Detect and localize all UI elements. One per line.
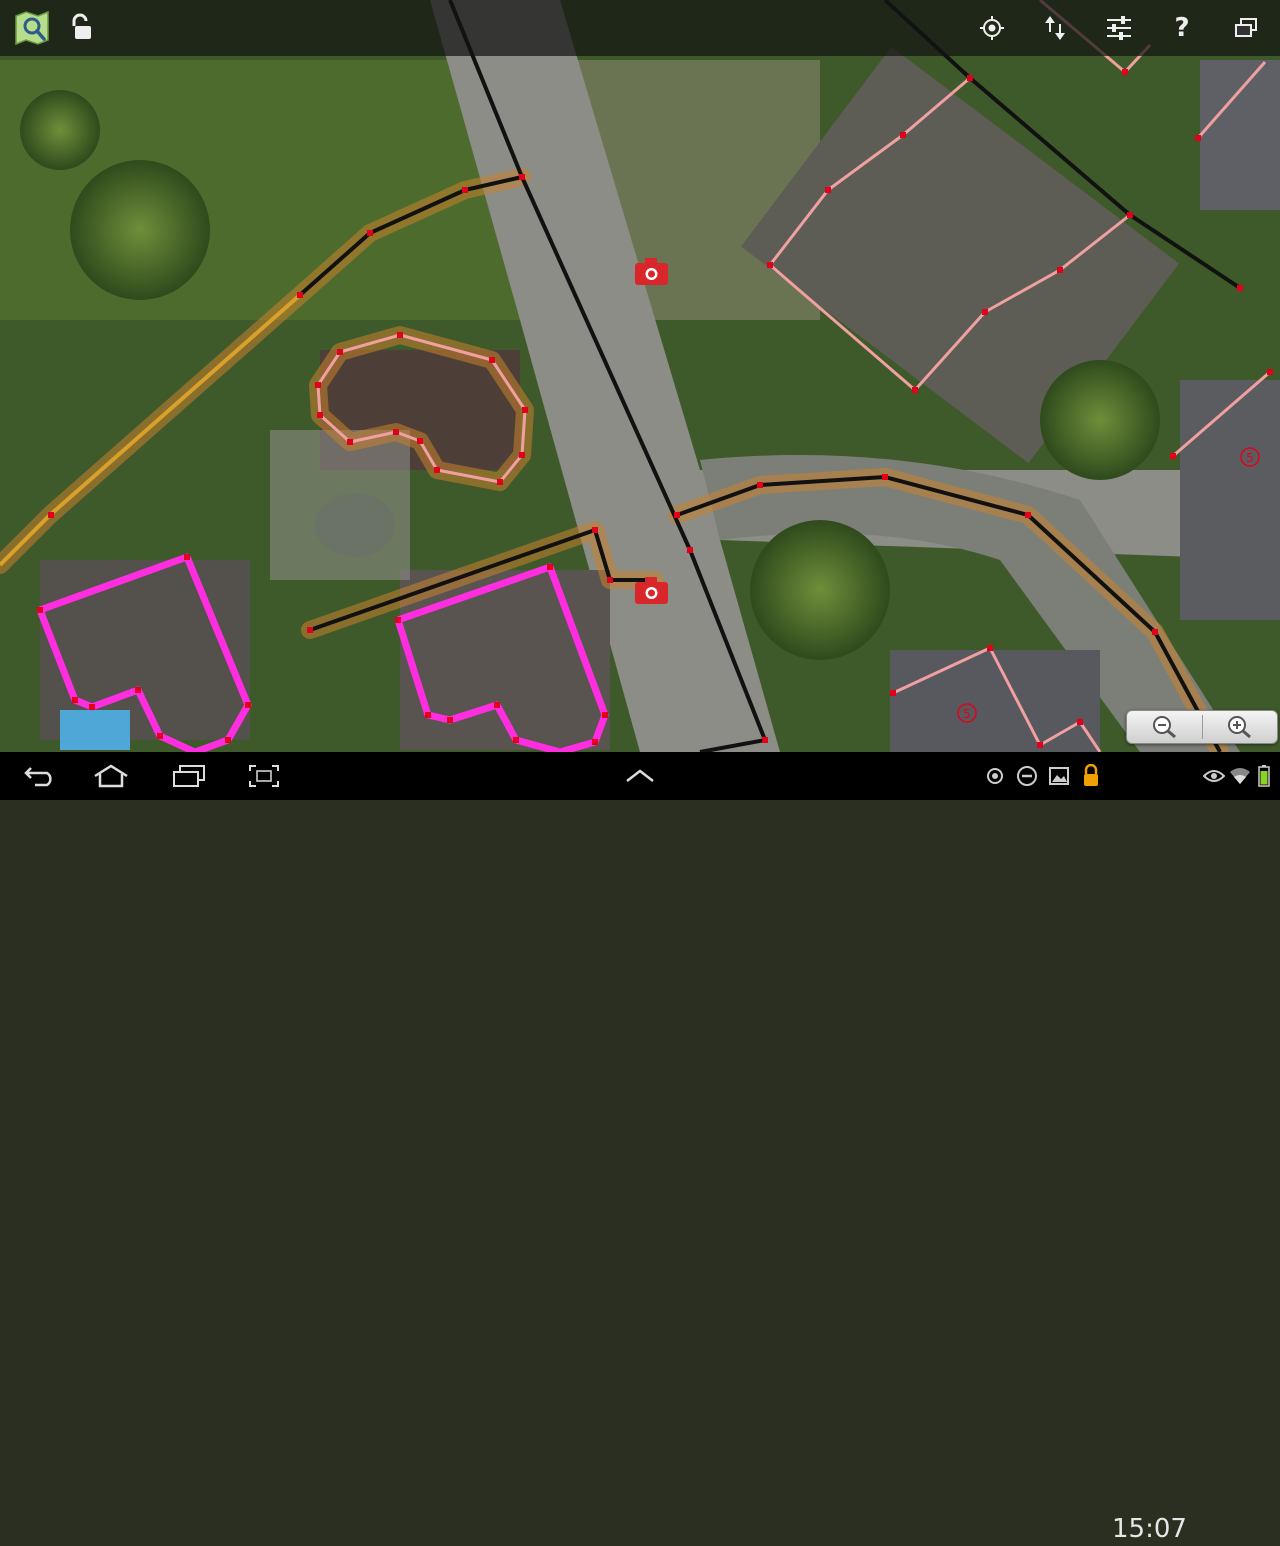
pool — [60, 710, 130, 750]
system-navigation-bar: 15:07 — [0, 752, 1280, 1544]
tree — [750, 520, 890, 660]
zoom-in-button[interactable] — [1202, 711, 1277, 743]
help-icon[interactable]: ? — [1160, 6, 1204, 50]
status-clock: 15:07 — [1112, 1514, 1187, 1544]
screenshot-icon[interactable] — [242, 752, 286, 800]
house-number-text: 5 — [963, 707, 971, 721]
zoom-control — [1126, 710, 1278, 744]
back-icon[interactable] — [18, 752, 62, 800]
gps-icon — [982, 752, 1008, 800]
tree — [20, 90, 100, 170]
house-number-text: 5 — [1246, 451, 1254, 465]
battery-icon — [1254, 752, 1274, 800]
wifi-icon — [1228, 752, 1252, 800]
roof-area — [1180, 380, 1280, 620]
up-chevron-icon[interactable] — [620, 752, 660, 800]
courtyard — [270, 430, 410, 580]
do-not-disturb-icon — [1014, 752, 1040, 800]
zoom-out-button[interactable] — [1127, 711, 1202, 743]
lock-icon — [1078, 752, 1104, 800]
help-label: ? — [1174, 13, 1190, 43]
recent-apps-icon[interactable] — [166, 752, 212, 800]
unlocked-padlock-icon[interactable] — [58, 6, 102, 50]
zoom-in-icon — [1227, 716, 1251, 739]
gps-locate-icon[interactable] — [970, 6, 1014, 50]
tree — [1040, 360, 1160, 480]
window-menu-icon[interactable] — [1224, 6, 1268, 50]
map-logo-icon[interactable] — [10, 6, 54, 50]
map-view[interactable]: 5 5 — [0, 0, 1280, 752]
gallery-icon — [1046, 752, 1072, 800]
action-bar: ? — [0, 0, 1280, 56]
settings-sliders-icon[interactable] — [1097, 6, 1141, 50]
zoom-out-icon — [1152, 716, 1176, 739]
upload-download-icon[interactable] — [1033, 6, 1077, 50]
roof-area — [1200, 60, 1280, 210]
tree — [70, 160, 210, 300]
roof-area — [890, 650, 1100, 752]
home-icon[interactable] — [88, 752, 134, 800]
eye-icon — [1202, 752, 1226, 800]
